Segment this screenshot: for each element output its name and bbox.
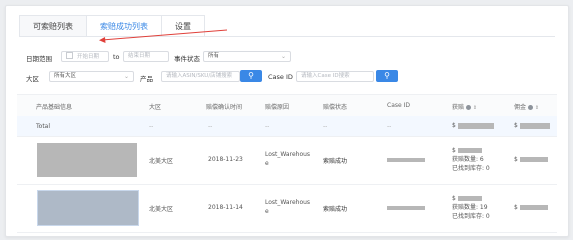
total-gained: $ (452, 122, 494, 129)
row-gained: $ 获赔数量: 19 已找到库存: 0 (452, 195, 490, 220)
product-label: 产品 (140, 75, 153, 83)
redacted-value (519, 122, 550, 129)
date-range-label: 日期范围 (26, 55, 52, 63)
region-label: 大区 (26, 75, 39, 83)
total-region: -- (149, 123, 154, 130)
col-region: 大区 (149, 104, 162, 111)
total-reason: -- (265, 123, 270, 130)
redacted-value (519, 205, 548, 210)
row-reason: Lost_Warehous e (265, 199, 311, 215)
event-status-select[interactable]: 所有 ⌄ (203, 51, 291, 62)
redacted-value (519, 157, 548, 162)
total-commission: $ (514, 122, 550, 129)
row-region: 北美大区 (149, 206, 174, 213)
total-status: -- (323, 123, 328, 130)
info-icon (465, 105, 471, 110)
date-end-field[interactable]: 结束日期 (123, 51, 169, 62)
case-id-input[interactable]: 请输入Case ID搜索 (296, 71, 374, 82)
col-reason: 赔偿原因 (265, 104, 290, 111)
row-status: 索赔成功 (323, 206, 348, 213)
total-time: -- (208, 123, 213, 130)
product-search-button[interactable]: ⚲ (240, 70, 262, 82)
case-id-label: Case ID (268, 73, 293, 81)
row-status: 索赔成功 (323, 158, 348, 165)
info-icon (527, 105, 533, 110)
sort-icon: ⇕ (534, 105, 540, 111)
date-start-field[interactable]: 开始日期 (61, 51, 109, 62)
col-status: 赔偿状态 (323, 104, 348, 111)
row-region: 北美大区 (149, 158, 174, 165)
row-confirm-time: 2018-11-14 (208, 204, 243, 211)
chevron-down-icon: ⌄ (280, 53, 286, 60)
table-row[interactable]: 北美大区 2018-11-14 Lost_Warehous e 索赔成功 $ 获赔… (17, 184, 557, 233)
region-select[interactable]: 所有大区 ⌄ (49, 71, 134, 82)
product-image (37, 190, 139, 226)
calendar-icon (66, 52, 73, 59)
total-label: Total (36, 123, 51, 130)
product-search-input[interactable]: 请输入ASIN/SKU/店铺搜索 (161, 71, 240, 82)
row-reason: Lost_Warehous e (265, 151, 311, 167)
total-case: -- (387, 123, 392, 130)
redacted-value (457, 148, 482, 153)
table-row[interactable]: 北美大区 2018-11-23 Lost_Warehous e 索赔成功 $ 获赔… (17, 136, 557, 185)
search-icon: ⚲ (248, 71, 254, 80)
row-confirm-time: 2018-11-23 (208, 156, 243, 163)
col-gained[interactable]: 获赔 ⇕ (452, 102, 477, 111)
table-total-row: Total -- -- -- -- -- $ $ (17, 116, 557, 137)
sort-icon: ⇕ (472, 105, 478, 111)
date-to-label: to (113, 53, 120, 61)
redacted-value (387, 205, 425, 210)
redacted-value (457, 196, 482, 201)
row-case-id[interactable] (387, 156, 425, 163)
redacted-value (387, 157, 425, 162)
col-product: 产品基础信息 (36, 104, 73, 111)
row-commission: $ (514, 204, 548, 211)
col-commission[interactable]: 佣金 ⇕ (514, 102, 539, 111)
row-case-id[interactable] (387, 204, 425, 211)
case-search-button[interactable]: ⚲ (376, 70, 398, 82)
row-gained: $ 获赔数量: 6 已找到库存: 0 (452, 147, 490, 172)
chevron-down-icon: ⌄ (123, 73, 129, 80)
col-confirm-time: 赔偿确认时间 (206, 104, 243, 111)
redacted-value (457, 122, 494, 129)
table-header: 产品基础信息 大区 赔偿确认时间 赔偿原因 赔偿状态 Case ID 获赔 ⇕ … (17, 94, 557, 118)
row-commission: $ (514, 156, 548, 163)
event-status-label: 事件状态 (174, 55, 200, 63)
col-case-id: Case ID (387, 102, 410, 109)
search-icon: ⚲ (384, 71, 390, 80)
product-image (37, 143, 137, 177)
claims-panel: 可索赔列表 索赔成功列表 设置 日期范围 开始日期 to 结束日期 事件状态 所… (5, 5, 569, 237)
